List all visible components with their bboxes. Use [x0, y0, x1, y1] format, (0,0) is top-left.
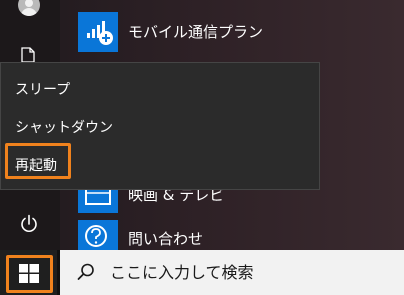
search-icon [77, 263, 94, 280]
tile-get-help[interactable] [78, 220, 118, 250]
power-icon[interactable] [19, 214, 39, 234]
avatar-body [21, 8, 37, 16]
document-icon[interactable] [21, 47, 35, 63]
start-highlight-box [6, 255, 53, 293]
tile-label-mobile-plan[interactable]: モバイル通信プラン [128, 23, 263, 41]
restart-highlight-box [5, 143, 71, 179]
start-button[interactable] [0, 250, 57, 295]
tile-mobile-plan[interactable] [78, 12, 118, 52]
mobile-plan-icon [87, 21, 113, 45]
avatar-head [25, 0, 33, 7]
user-avatar-icon[interactable] [18, 0, 40, 16]
tile-label-get-help[interactable]: 問い合わせ [128, 230, 203, 248]
get-help-icon [85, 225, 107, 247]
search-placeholder[interactable]: ここに入力して検索 [110, 263, 254, 283]
search-box[interactable]: ここに入力して検索 [60, 250, 404, 295]
start-menu: モバイル通信プラン 映画 & テレビ 問い合わせ スリープ シャットダウン 再起… [0, 0, 404, 250]
menu-item-sleep[interactable]: スリープ [15, 81, 70, 99]
taskbar: ここに入力して検索 [0, 250, 404, 295]
menu-item-shutdown[interactable]: シャットダウン [15, 119, 113, 137]
